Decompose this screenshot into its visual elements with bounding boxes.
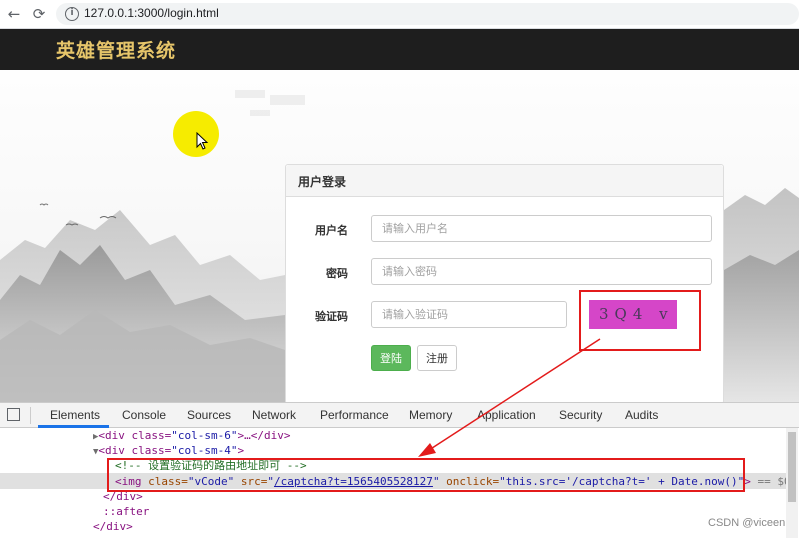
watermark: CSDN @viceen	[708, 517, 786, 529]
annotation-arrow	[418, 338, 601, 457]
scrollbar-thumb[interactable]	[788, 432, 796, 502]
